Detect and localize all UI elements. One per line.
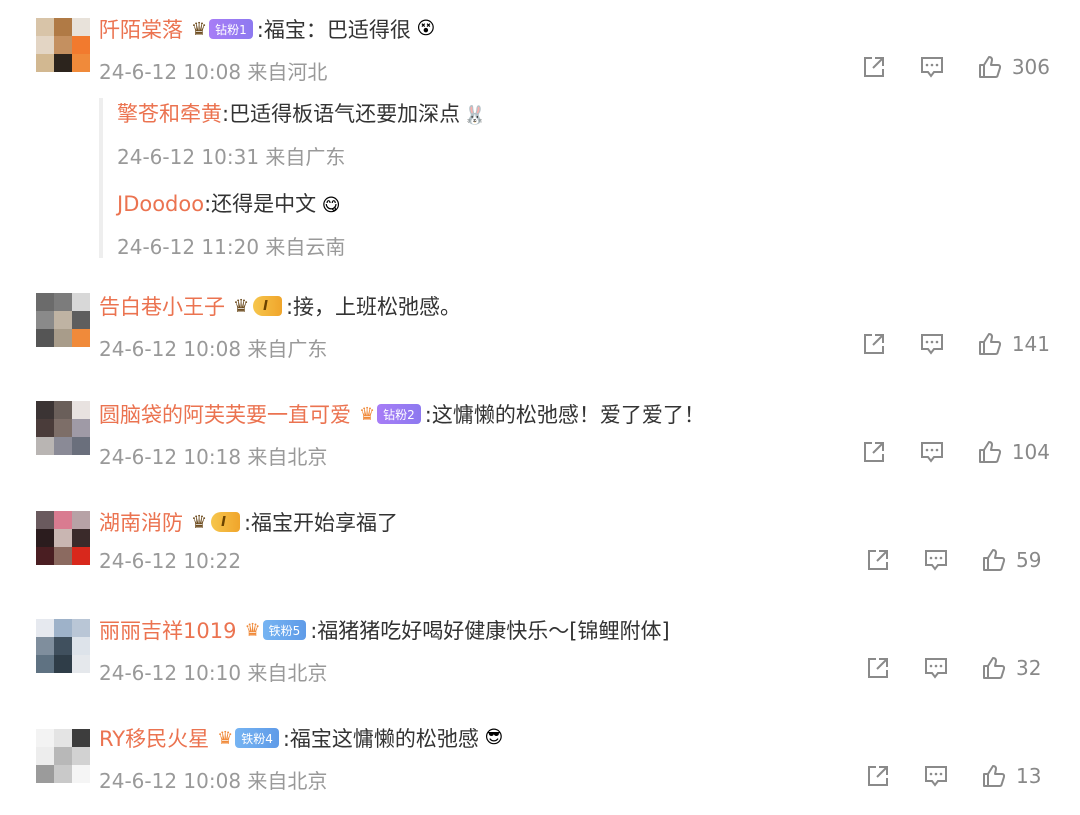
username[interactable]: 圆脑袋的阿芙芙要一直可爱 — [99, 399, 351, 429]
username[interactable]: 阡陌棠落 — [99, 14, 183, 44]
comment-meta: 24-6-12 10:18 来自北京 — [99, 445, 328, 469]
comment-actions: 306 — [860, 52, 1050, 82]
level-badge[interactable]: I — [253, 296, 282, 316]
comment-icon[interactable] — [922, 762, 950, 790]
thumbs-up-icon[interactable] — [980, 654, 1008, 682]
avatar[interactable] — [36, 511, 90, 565]
comment-meta: 24-6-12 10:22 — [99, 549, 242, 573]
reply-2: JDoodoo:还得是中文 😋 24-6-12 11:20 来自云南 — [117, 188, 345, 260]
comment-line: 告白巷小王子 ♛ I :接，上班松弛感。 — [99, 289, 461, 323]
level-badge[interactable]: I — [211, 512, 240, 532]
crown-icon: ♛ — [191, 18, 208, 40]
share-icon[interactable] — [860, 330, 888, 358]
comment-icon[interactable] — [918, 330, 946, 358]
comment-line: 阡陌棠落 ♛ 钻粉1 :福宝：巴适得很 😵 — [99, 12, 439, 46]
comment-text: :福猪猪吃好喝好健康快乐～[锦鲤附体] — [310, 619, 670, 643]
like-count: 59 — [1016, 548, 1042, 572]
comment-line: 圆脑袋的阿芙芙要一直可爱 ♛ 钻粉2 :这慵懒的松弛感！爱了爱了！ — [99, 397, 705, 431]
thumbs-up-face-emoji-icon: 😋 — [321, 195, 341, 216]
reply-meta: 24-6-12 11:20 来自云南 — [117, 235, 346, 259]
crown-icon: ♛ — [217, 727, 234, 749]
avatar[interactable] — [36, 401, 90, 455]
comment-text: :福宝开始享福了 — [243, 511, 399, 535]
username[interactable]: RY移民火星 — [99, 723, 209, 753]
fan-badge[interactable]: 钻粉1 — [209, 19, 253, 39]
share-icon[interactable] — [864, 762, 892, 790]
comment-line: 湖南消防 ♛ I :福宝开始享福了 — [99, 505, 398, 539]
crown-icon: ♛ — [191, 511, 208, 533]
rabbit-emoji-icon: 🐰 — [463, 105, 487, 126]
avatar[interactable] — [36, 293, 90, 347]
comment-line: RY移民火星 ♛ 铁粉4 :福宝这慵懒的松弛感 😎 — [99, 721, 507, 755]
username[interactable]: 告白巷小王子 — [99, 291, 225, 321]
sunglasses-emoji-icon: 😎 — [484, 727, 504, 748]
reply-username[interactable]: 擎苍和牵黄 — [117, 102, 222, 126]
comment-icon[interactable] — [922, 546, 950, 574]
comment-text: :接，上班松弛感。 — [285, 295, 462, 319]
comment-actions: 13 — [864, 761, 1050, 791]
comment-text: :福宝：巴适得很 — [256, 18, 411, 42]
share-icon[interactable] — [860, 438, 888, 466]
fan-badge[interactable]: 铁粉4 — [235, 728, 279, 748]
thumbs-up-icon[interactable] — [980, 546, 1008, 574]
fan-badge[interactable]: 钻粉2 — [377, 404, 421, 424]
like-count: 141 — [1011, 332, 1050, 356]
comment-line: 丽丽吉祥1019 ♛ 铁粉5 :福猪猪吃好喝好健康快乐～[锦鲤附体] — [99, 613, 670, 647]
fan-badge[interactable]: 铁粉5 — [262, 620, 307, 640]
comment-actions: 141 — [860, 329, 1050, 359]
reply-username[interactable]: JDoodoo — [117, 192, 204, 216]
comment-actions: 32 — [864, 653, 1050, 683]
comment-icon[interactable] — [922, 654, 950, 682]
thumbs-up-icon[interactable] — [980, 762, 1008, 790]
like-count: 306 — [1011, 55, 1050, 79]
username[interactable]: 丽丽吉祥1019 — [99, 615, 236, 645]
like-count: 13 — [1016, 764, 1042, 788]
share-icon[interactable] — [860, 53, 888, 81]
share-icon[interactable] — [864, 654, 892, 682]
comment-meta: 24-6-12 10:10 来自北京 — [99, 661, 328, 685]
comment-meta: 24-6-12 10:08 来自广东 — [99, 337, 328, 361]
comment-text: :这慵懒的松弛感！爱了爱了！ — [424, 403, 705, 427]
like-count: 104 — [1011, 440, 1050, 464]
crown-icon: ♛ — [244, 619, 261, 641]
comment-icon[interactable] — [918, 53, 946, 81]
reply-text: :还得是中文 — [204, 192, 317, 216]
crown-icon: ♛ — [233, 295, 250, 317]
comment-icon[interactable] — [918, 438, 946, 466]
dizzy-face-emoji-icon: 😵 — [416, 18, 436, 39]
thumbs-up-icon[interactable] — [976, 53, 1004, 81]
reply-thread: 擎苍和牵黄:巴适得板语气还要加深点 🐰 24-6-12 10:31 来自广东 JD… — [99, 98, 603, 260]
reply-meta: 24-6-12 10:31 来自广东 — [117, 145, 346, 169]
comment-actions: 59 — [864, 545, 1050, 575]
avatar[interactable] — [36, 619, 90, 673]
avatar[interactable] — [36, 18, 90, 72]
username[interactable]: 湖南消防 — [99, 507, 183, 537]
share-icon[interactable] — [864, 546, 892, 574]
comment-actions: 104 — [860, 437, 1050, 467]
reply-text: :巴适得板语气还要加深点 — [222, 102, 461, 126]
crown-icon: ♛ — [359, 403, 376, 425]
reply-1: 擎苍和牵黄:巴适得板语气还要加深点 🐰 24-6-12 10:31 来自广东 — [117, 98, 488, 170]
like-count: 32 — [1016, 656, 1042, 680]
comment-text: :福宝这慵懒的松弛感 — [282, 727, 479, 751]
comment-meta: 24-6-12 10:08 来自河北 — [99, 60, 328, 84]
thumbs-up-icon[interactable] — [976, 330, 1004, 358]
comment-meta: 24-6-12 10:08 来自北京 — [99, 769, 328, 793]
avatar[interactable] — [36, 729, 90, 783]
thumbs-up-icon[interactable] — [976, 438, 1004, 466]
